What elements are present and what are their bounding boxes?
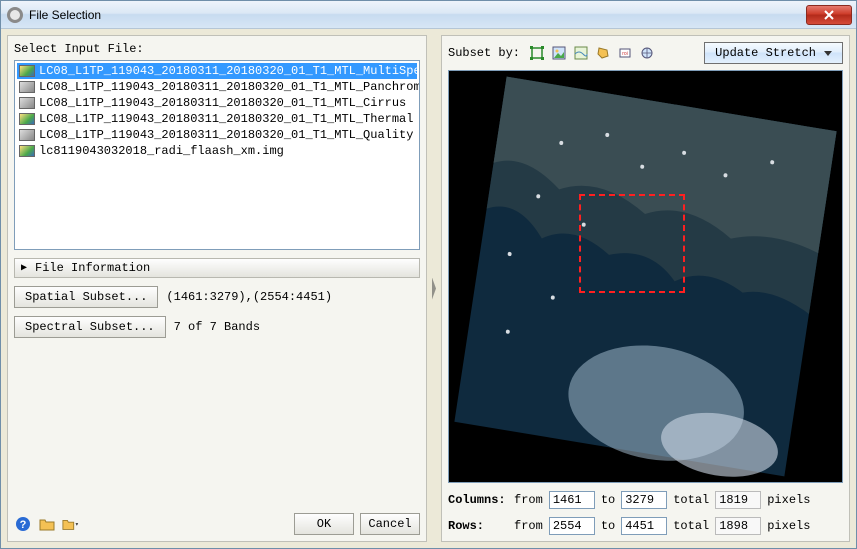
subset-geo-icon[interactable]	[638, 44, 656, 62]
file-information-label: File Information	[35, 261, 150, 275]
rows-label: Rows:	[448, 519, 508, 533]
columns-from-input[interactable]	[549, 491, 595, 509]
columns-from-label: from	[514, 493, 543, 507]
spatial-subset-row: Spatial Subset... (1461:3279),(2554:4451…	[14, 286, 420, 308]
file-item[interactable]: LC08_L1TP_119043_20180311_20180320_01_T1…	[17, 95, 417, 111]
columns-total-label: total	[673, 493, 709, 507]
subset-shapefile-icon[interactable]	[594, 44, 612, 62]
cancel-button[interactable]: Cancel	[360, 513, 420, 535]
divider-grip-icon	[432, 278, 436, 300]
update-stretch-button[interactable]: Update Stretch	[704, 42, 843, 64]
file-thumbnail-icon	[19, 97, 35, 109]
folder-dropdown-icon[interactable]	[62, 515, 80, 533]
window-title: File Selection	[29, 8, 806, 22]
columns-to-input[interactable]	[621, 491, 667, 509]
update-stretch-label: Update Stretch	[715, 46, 816, 60]
open-folder-icon[interactable]	[38, 515, 56, 533]
file-thumbnail-icon	[19, 145, 35, 157]
bottom-toolbar: ? OK Cancel	[14, 513, 420, 535]
left-panel: Select Input File: LC08_L1TP_119043_2018…	[7, 35, 427, 542]
file-item[interactable]: LC08_L1TP_119043_20180311_20180320_01_T1…	[17, 79, 417, 95]
file-item-label: LC08_L1TP_119043_20180311_20180320_01_T1…	[39, 112, 413, 126]
right-toolbar: Subset by: roi Update Stretch	[448, 42, 843, 64]
panel-divider[interactable]	[431, 35, 437, 542]
rows-total-label: total	[673, 519, 709, 533]
columns-to-label: to	[601, 493, 615, 507]
right-panel: Subset by: roi Update Stretch	[441, 35, 850, 542]
subset-by-label: Subset by:	[448, 46, 520, 60]
roi-selection-box[interactable]	[579, 194, 685, 293]
file-item-label: lc8119043032018_radi_flaash_xm.img	[39, 144, 284, 158]
file-information-header[interactable]: ▶ File Information	[14, 258, 420, 278]
columns-unit: pixels	[767, 493, 810, 507]
image-preview[interactable]	[448, 70, 843, 483]
select-file-label: Select Input File:	[14, 42, 420, 56]
columns-row: Columns: from to total pixels	[448, 491, 843, 509]
rows-from-label: from	[514, 519, 543, 533]
subset-image-icon[interactable]	[550, 44, 568, 62]
subset-map-icon[interactable]	[572, 44, 590, 62]
rows-from-input[interactable]	[549, 517, 595, 535]
dialog-window: File Selection Select Input File: LC08_L…	[0, 0, 857, 549]
svg-text:roi: roi	[622, 51, 628, 57]
file-item[interactable]: LC08_L1TP_119043_20180311_20180320_01_T1…	[17, 111, 417, 127]
columns-label: Columns:	[448, 493, 508, 507]
close-button[interactable]	[806, 5, 852, 25]
spectral-subset-row: Spectral Subset... 7 of 7 Bands	[14, 316, 420, 338]
rows-unit: pixels	[767, 519, 810, 533]
file-item[interactable]: lc8119043032018_radi_flaash_xm.img	[17, 143, 417, 159]
subset-roi-icon[interactable]: roi	[616, 44, 634, 62]
file-thumbnail-icon	[19, 129, 35, 141]
file-item-label: LC08_L1TP_119043_20180311_20180320_01_T1…	[39, 96, 406, 110]
file-item-label: LC08_L1TP_119043_20180311_20180320_01_T1…	[39, 64, 420, 78]
spectral-subset-button[interactable]: Spectral Subset...	[14, 316, 166, 338]
file-item-label: LC08_L1TP_119043_20180311_20180320_01_T1…	[39, 80, 420, 94]
spatial-subset-button[interactable]: Spatial Subset...	[14, 286, 158, 308]
chevron-right-icon: ▶	[21, 262, 27, 274]
columns-total-output	[715, 491, 761, 509]
file-thumbnail-icon	[19, 65, 35, 77]
help-icon[interactable]: ?	[14, 515, 32, 533]
file-list[interactable]: LC08_L1TP_119043_20180311_20180320_01_T1…	[14, 60, 420, 250]
rows-to-label: to	[601, 519, 615, 533]
spatial-subset-value: (1461:3279),(2554:4451)	[166, 290, 332, 304]
subset-region-icon[interactable]	[528, 44, 546, 62]
spectral-subset-value: 7 of 7 Bands	[174, 320, 260, 334]
chevron-down-icon	[824, 51, 832, 56]
file-thumbnail-icon	[19, 81, 35, 93]
rows-to-input[interactable]	[621, 517, 667, 535]
rows-row: Rows: from to total pixels	[448, 517, 843, 535]
titlebar: File Selection	[1, 1, 856, 29]
app-icon	[7, 7, 23, 23]
ok-button[interactable]: OK	[294, 513, 354, 535]
file-item-label: LC08_L1TP_119043_20180311_20180320_01_T1…	[39, 128, 413, 142]
file-thumbnail-icon	[19, 113, 35, 125]
file-item[interactable]: LC08_L1TP_119043_20180311_20180320_01_T1…	[17, 63, 417, 79]
close-icon	[824, 10, 834, 20]
file-item[interactable]: LC08_L1TP_119043_20180311_20180320_01_T1…	[17, 127, 417, 143]
svg-text:?: ?	[20, 519, 27, 531]
rows-total-output	[715, 517, 761, 535]
dialog-content: Select Input File: LC08_L1TP_119043_2018…	[1, 29, 856, 548]
